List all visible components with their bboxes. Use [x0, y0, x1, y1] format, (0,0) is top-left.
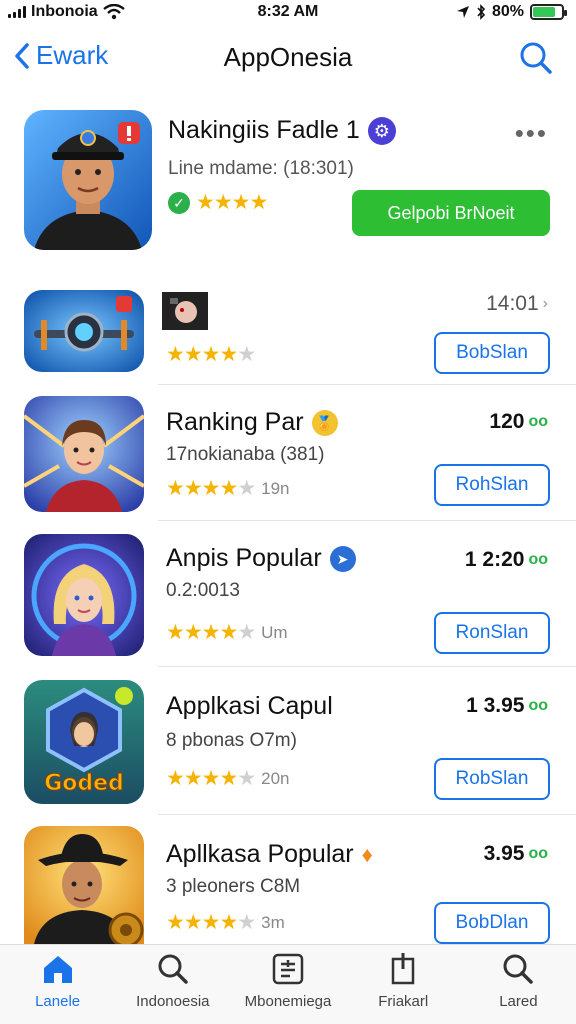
- app-icon-drone[interactable]: [24, 290, 144, 372]
- tab-search-2[interactable]: Lared: [461, 945, 576, 1024]
- list-item[interactable]: Goded Applkasi Capul 8 pbonas O7m) ★★★★★…: [0, 680, 576, 815]
- divider: [158, 666, 576, 667]
- app-icon-girl[interactable]: [24, 396, 144, 512]
- featured-app-rating: ✓ ★★★★: [168, 190, 268, 215]
- list-item[interactable]: 14:01 › ★★★★★ BobSlan: [0, 282, 576, 385]
- app-title: Ranking Par 🏅: [166, 408, 338, 437]
- bluetooth-icon: [477, 4, 486, 20]
- verified-icon: ✓: [168, 191, 190, 214]
- featured-app-subtitle: Line mdame: (18:301): [168, 158, 354, 179]
- list-icon: [272, 953, 304, 985]
- app-rating: ★★★★★: [166, 342, 256, 367]
- app-icon-cowboy[interactable]: [24, 826, 144, 944]
- status-dots-icon: oo: [528, 697, 548, 714]
- video-thumbnail[interactable]: [162, 292, 208, 330]
- app-subtitle: 3 pleoners C8M: [166, 876, 301, 897]
- app-time: 14:01 ›: [486, 292, 548, 315]
- bookmark-icon: [391, 953, 415, 985]
- battery-percent: 80%: [491, 3, 524, 20]
- app-rating: ★★★★★ Um: [166, 621, 288, 644]
- app-price: 1 3.95 oo: [466, 694, 548, 717]
- status-dots-icon: oo: [528, 845, 548, 862]
- navigation-bar: Ewark AppOnesia: [0, 30, 576, 86]
- status-right: 80%: [456, 3, 567, 21]
- list-item[interactable]: Anpis Popular ➤ 0.2:0013 ★★★★★ Um 1 2:20…: [0, 534, 576, 667]
- app-title: Applkasi Capul: [166, 692, 333, 720]
- home-icon: [43, 956, 72, 983]
- list-item[interactable]: Ranking Par 🏅 17nokianaba (381) ★★★★★ 19…: [0, 396, 576, 521]
- more-options-icon[interactable]: •••: [515, 118, 548, 149]
- app-icon-goded[interactable]: Goded: [24, 680, 144, 804]
- app-action-button[interactable]: BobDlan: [434, 902, 550, 944]
- app-price: 120 oo: [489, 410, 548, 433]
- star-rating: ★★★★★: [166, 477, 256, 500]
- app-action-button[interactable]: RobSlan: [434, 758, 550, 800]
- status-dots-icon: oo: [528, 551, 548, 568]
- featured-app-icon[interactable]: [24, 110, 152, 250]
- gear-icon: ⚙: [367, 116, 396, 145]
- app-icon-blonde[interactable]: [24, 534, 144, 656]
- status-dots-icon: oo: [528, 413, 548, 430]
- flame-icon: ♦: [361, 841, 373, 867]
- star-rating: ★★★★★: [166, 343, 256, 366]
- star-rating: ★★★★: [196, 191, 268, 214]
- divider: [158, 384, 576, 385]
- search-icon: [503, 954, 534, 984]
- chevron-right-icon: ›: [542, 295, 548, 312]
- app-action-button[interactable]: RohSlan: [434, 464, 550, 506]
- app-subtitle: 8 pbonas O7m): [166, 730, 297, 751]
- get-button[interactable]: Gelpobi BrNoeit: [352, 190, 550, 236]
- tab-list[interactable]: Mbonemiega: [230, 945, 345, 1024]
- tab-bar: Lanele Indonoesia Mbonemiega Friakarl La…: [0, 944, 576, 1024]
- featured-app-title: Nakingiis Fadle 1 ⚙: [168, 116, 396, 145]
- compass-icon: ➤: [329, 545, 356, 572]
- app-action-button[interactable]: RonSlan: [434, 612, 550, 654]
- battery-fill: [533, 7, 556, 17]
- tab-home[interactable]: Lanele: [0, 945, 115, 1024]
- divider: [158, 814, 576, 815]
- star-rating: ★★★★★: [166, 621, 256, 644]
- app-price: 3.95 oo: [483, 842, 548, 865]
- app-rating: ★★★★★ 20n: [166, 767, 290, 790]
- app-rating: ★★★★★ 3m: [166, 911, 285, 934]
- app-title: Anpis Popular ➤: [166, 544, 356, 573]
- app-subtitle: 0.2:0013: [166, 580, 240, 601]
- list-item[interactable]: Apllkasa Popular ♦ 3 pleoners C8M ★★★★★ …: [0, 826, 576, 944]
- app-title: Apllkasa Popular ♦: [166, 840, 373, 868]
- tab-bookmark[interactable]: Friakarl: [346, 945, 461, 1024]
- featured-app[interactable]: Nakingiis Fadle 1 ⚙ Line mdame: (18:301)…: [0, 108, 576, 254]
- battery-icon: [530, 4, 567, 20]
- app-subtitle: 17nokianaba (381): [166, 444, 325, 465]
- star-rating: ★★★★★: [166, 767, 256, 790]
- trophy-icon: 🏅: [311, 409, 338, 436]
- app-rating: ★★★★★ 19n: [166, 477, 290, 500]
- app-action-button[interactable]: BobSlan: [434, 332, 550, 374]
- tab-search[interactable]: Indonoesia: [115, 945, 230, 1024]
- location-icon: [456, 6, 469, 18]
- search-icon: [158, 954, 188, 984]
- search-icon[interactable]: [516, 38, 556, 78]
- app-price: 1 2:20 oo: [464, 548, 548, 571]
- page-title: AppOnesia: [223, 42, 353, 72]
- star-rating: ★★★★★: [166, 911, 256, 934]
- divider: [158, 520, 576, 521]
- status-bar: Inbonoia 8:32 AM 80%: [0, 0, 576, 26]
- goded-logo-text: Goded: [44, 771, 124, 796]
